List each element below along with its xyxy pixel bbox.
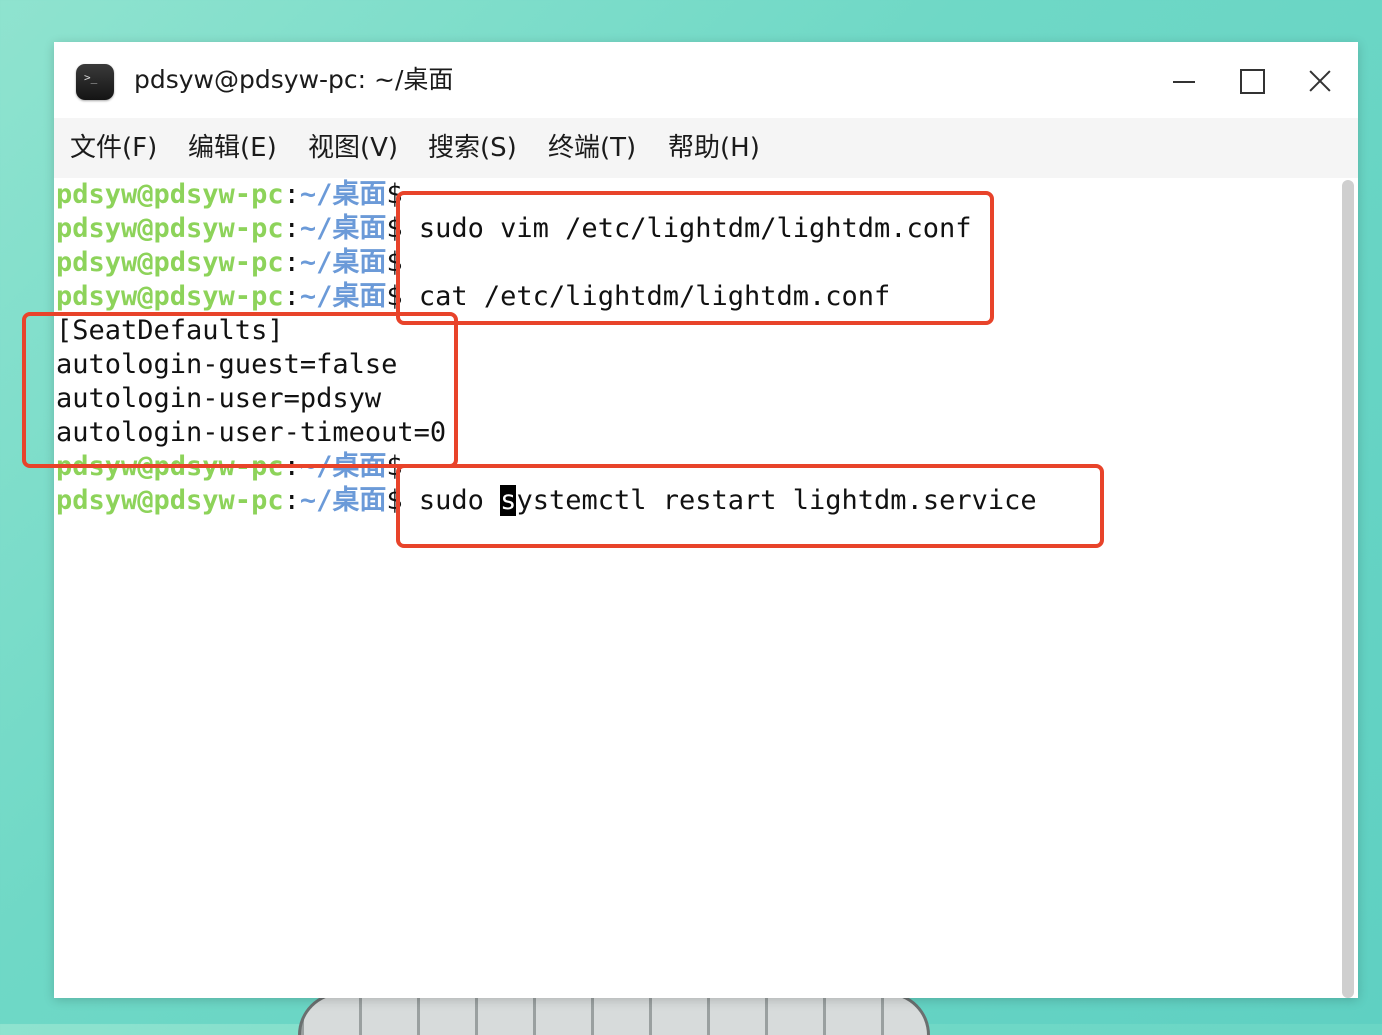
vertical-scrollbar[interactable] <box>1340 178 1356 998</box>
close-icon[interactable] <box>1300 62 1340 102</box>
prompt-user: pdsyw@pdsyw-pc <box>56 451 284 482</box>
prompt-dollar: $ <box>386 179 403 210</box>
terminal-line-active: pdsyw@pdsyw-pc:~/桌面$ sudo systemctl rest… <box>56 484 1037 518</box>
output-line: autologin-user-timeout=0 <box>56 417 447 448</box>
terminal-line: pdsyw@pdsyw-pc:~/桌面$ cat /etc/lightdm/li… <box>56 280 1037 314</box>
menu-file[interactable]: 文件(F) <box>70 132 157 164</box>
prompt-colon: : <box>283 213 300 244</box>
output-line: autologin-guest=false <box>56 349 398 380</box>
prompt-path: ~/桌面 <box>299 485 387 516</box>
prompt-colon: : <box>283 247 300 278</box>
prompt-user: pdsyw@pdsyw-pc <box>56 213 284 244</box>
prompt-dollar: $ <box>386 213 403 244</box>
prompt-path: ~/桌面 <box>299 281 387 312</box>
prompt-colon: : <box>283 485 300 516</box>
window-title: pdsyw@pdsyw-pc: ~/桌面 <box>134 65 454 94</box>
command-text: cat /etc/lightdm/lightdm.conf <box>402 281 891 312</box>
scrollbar-thumb[interactable] <box>1342 180 1354 998</box>
command-text: sudo <box>402 485 501 516</box>
output-line: autologin-user=pdsyw <box>56 383 382 414</box>
terminal-line: pdsyw@pdsyw-pc:~/桌面$ sudo vim /etc/light… <box>56 212 1037 246</box>
menu-view[interactable]: 视图(V) <box>308 132 398 164</box>
prompt-colon: : <box>283 281 300 312</box>
prompt-dollar: $ <box>386 485 403 516</box>
prompt-path: ~/桌面 <box>299 213 387 244</box>
prompt-dollar: $ <box>386 281 403 312</box>
title-bar[interactable]: >_ pdsyw@pdsyw-pc: ~/桌面 <box>54 42 1358 118</box>
minimize-icon[interactable] <box>1164 62 1204 102</box>
menu-bar: 文件(F) 编辑(E) 视图(V) 搜索(S) 终端(T) 帮助(H) <box>54 118 1358 178</box>
terminal-area[interactable]: pdsyw@pdsyw-pc:~/桌面$ pdsyw@pdsyw-pc:~/桌面… <box>54 178 1358 998</box>
terminal-output: pdsyw@pdsyw-pc:~/桌面$ pdsyw@pdsyw-pc:~/桌面… <box>56 178 1037 518</box>
terminal-line: pdsyw@pdsyw-pc:~/桌面$ <box>56 246 1037 280</box>
terminal-line: pdsyw@pdsyw-pc:~/桌面$ <box>56 450 1037 484</box>
prompt-user: pdsyw@pdsyw-pc <box>56 485 284 516</box>
text-cursor: s <box>500 485 517 516</box>
terminal-line: pdsyw@pdsyw-pc:~/桌面$ <box>56 178 1037 212</box>
menu-search[interactable]: 搜索(S) <box>428 132 517 164</box>
prompt-dollar: $ <box>386 451 403 482</box>
menu-edit[interactable]: 编辑(E) <box>188 132 277 164</box>
prompt-path: ~/桌面 <box>299 451 387 482</box>
prompt-user: pdsyw@pdsyw-pc <box>56 247 284 278</box>
prompt-path: ~/桌面 <box>299 247 387 278</box>
output-line: [SeatDefaults] <box>56 315 284 346</box>
prompt-path: ~/桌面 <box>299 179 387 210</box>
prompt-colon: : <box>283 451 300 482</box>
prompt-dollar: $ <box>386 247 403 278</box>
terminal-icon: >_ <box>76 64 114 100</box>
prompt-user: pdsyw@pdsyw-pc <box>56 179 284 210</box>
command-text: ystemctl restart lightdm.service <box>516 485 1037 516</box>
desktop-wallpaper-building <box>298 992 930 1035</box>
menu-help[interactable]: 帮助(H) <box>668 132 760 164</box>
maximize-icon[interactable] <box>1232 62 1272 102</box>
menu-terminal[interactable]: 终端(T) <box>548 132 636 164</box>
prompt-user: pdsyw@pdsyw-pc <box>56 281 284 312</box>
prompt-colon: : <box>283 179 300 210</box>
terminal-window: >_ pdsyw@pdsyw-pc: ~/桌面 文件(F) 编辑(E) 视图(V… <box>54 42 1358 998</box>
command-text: sudo vim /etc/lightdm/lightdm.conf <box>402 213 972 244</box>
